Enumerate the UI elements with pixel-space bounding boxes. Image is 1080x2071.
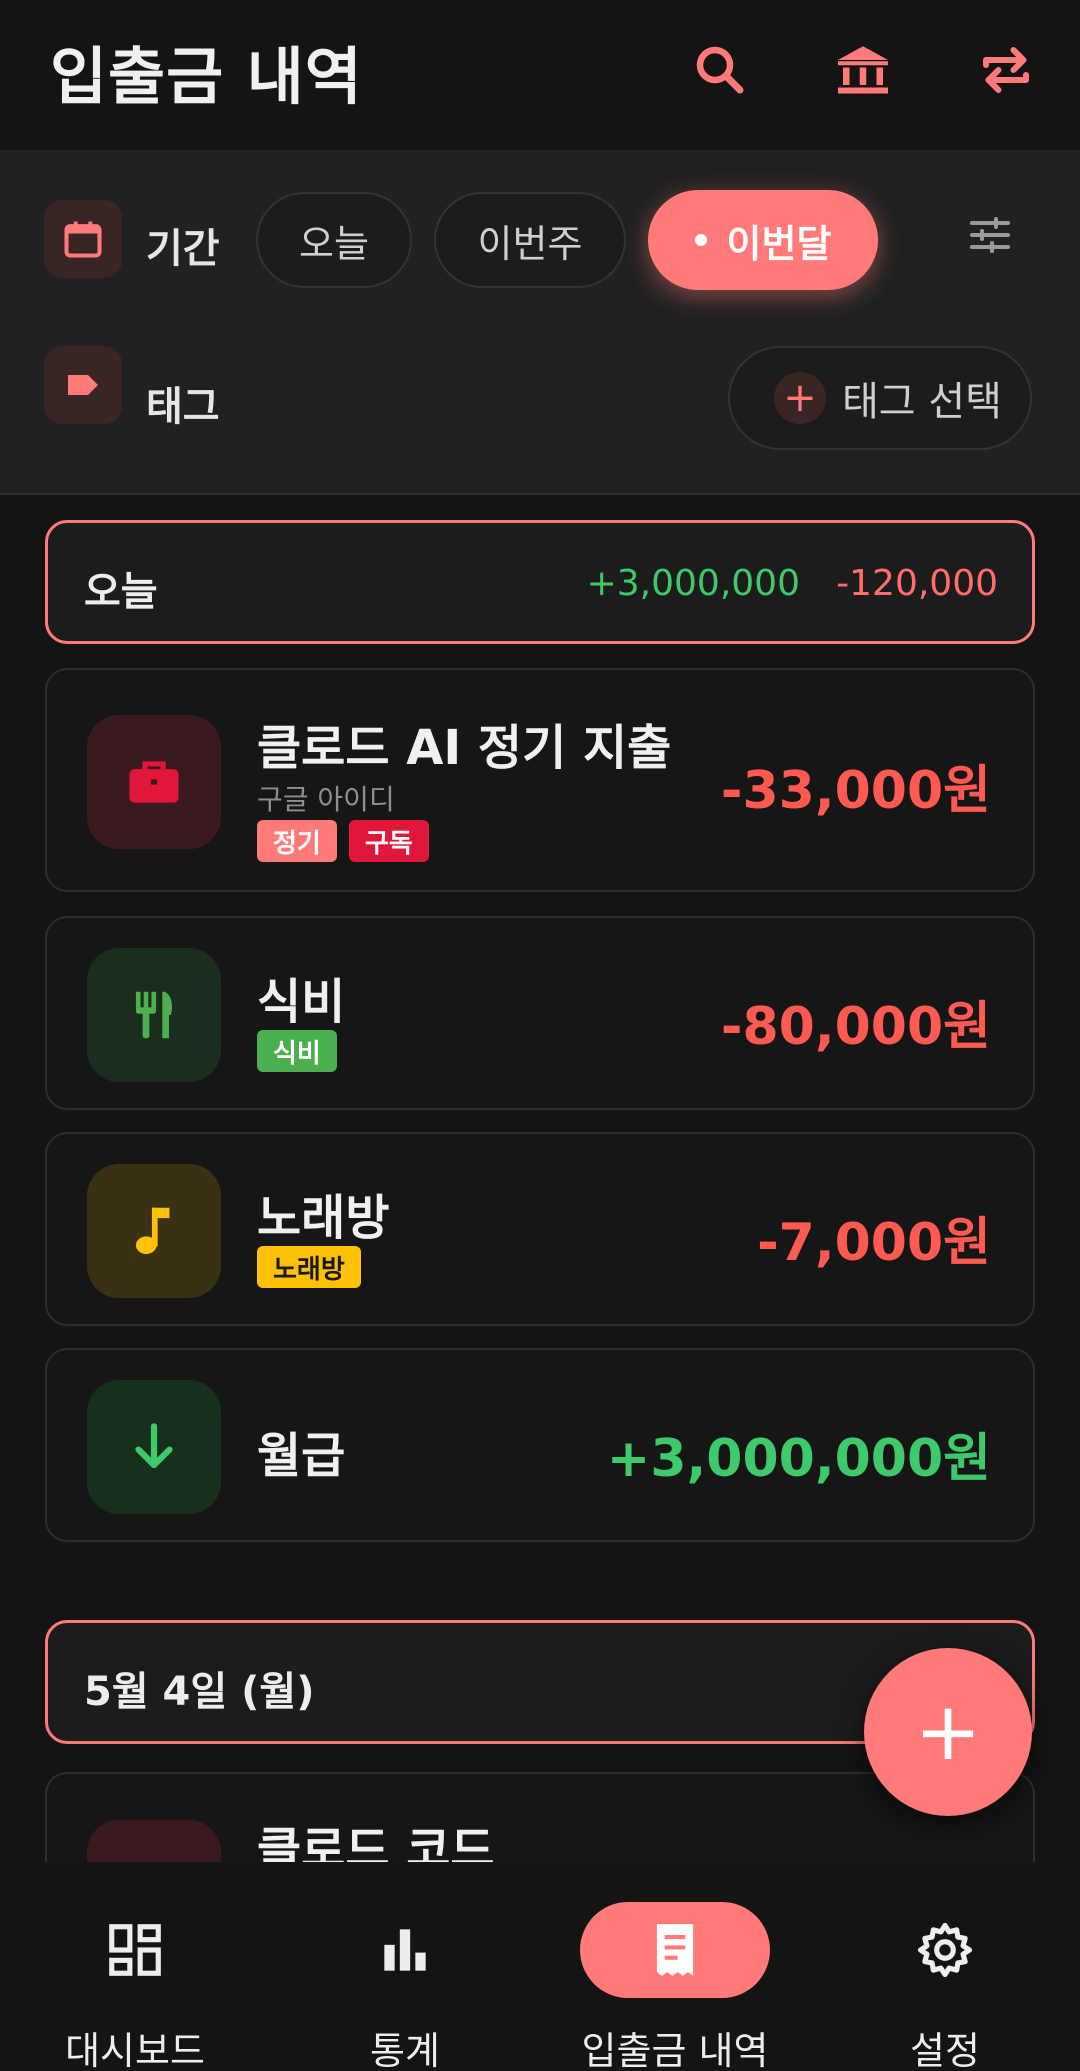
swap-button[interactable] [966,30,1046,110]
nav-transactions-label: 입출금 내역 [581,2029,769,2071]
nav-settings-label: 설정 [910,2029,980,2071]
music-note-icon [87,1164,221,1298]
fork-knife-icon [87,948,221,1082]
gear-icon [917,1922,973,1978]
tag-badge: 노래방 [257,1246,361,1288]
nav-dashboard-label: 대시보드 [65,2029,205,2071]
date-header-today: 오늘 +3,000,000 -120,000 [45,520,1035,644]
nav-dashboard[interactable]: 대시보드 [0,1862,270,2071]
chip-today-label: 오늘 [299,221,369,266]
transaction-card[interactable]: 월급 +3,000,000원 [45,1348,1035,1542]
bottom-navigation: 대시보드 통계 입출금 내역 설정 [0,1862,1080,2071]
search-icon [696,46,744,94]
tag-select-label: 태그 선택 [842,379,1002,425]
tag-select-button[interactable]: + 태그 선택 [728,346,1032,450]
briefcase-icon [87,715,221,849]
transaction-amount: -33,000원 [720,761,991,821]
nav-transactions[interactable]: 입출금 내역 [540,1862,810,2071]
transaction-name: 월급 [257,1428,346,1484]
plus-icon: + [914,1685,982,1778]
period-label: 기간 [146,226,220,272]
chip-this-month[interactable]: 이번달 [648,190,878,290]
transaction-amount: -7,000원 [757,1213,991,1273]
filter-panel: 기간 오늘 이번주 이번달 태그 + 태그 선택 [0,150,1080,495]
daily-expense: -120,000 [836,563,998,604]
transaction-name: 클로드 AI 정기 지출 [257,720,672,776]
transaction-name: 노래방 [257,1190,390,1246]
date-label: 오늘 [84,569,158,615]
bank-button[interactable] [823,30,903,110]
tag-icon [44,346,122,424]
chip-this-week[interactable]: 이번주 [434,192,626,288]
transaction-card[interactable]: 클로드 AI 정기 지출 구글 아이디 정기 구독 -33,000원 [45,668,1035,892]
transaction-card[interactable]: 노래방 노래방 -7,000원 [45,1132,1035,1326]
arrow-down-icon [87,1380,221,1514]
search-button[interactable] [680,30,760,110]
transaction-amount: +3,000,000원 [606,1429,991,1489]
nav-statistics[interactable]: 통계 [270,1862,540,2071]
calendar-icon [44,200,122,278]
dashboard-icon [109,1924,161,1976]
chip-this-week-label: 이번주 [477,221,583,266]
transaction-amount: -80,000원 [720,997,991,1057]
swap-icon [983,47,1029,93]
tag-label: 태그 [146,384,220,430]
app-bar: 입출금 내역 [0,0,1080,150]
bar-chart-icon [384,1929,426,1971]
transaction-card[interactable]: 식비 식비 -80,000원 [45,916,1035,1110]
filter-options-button[interactable] [955,200,1025,270]
nav-statistics-label: 통계 [370,2029,440,2071]
chip-today[interactable]: 오늘 [256,192,412,288]
transaction-account: 구글 아이디 [257,783,395,816]
tag-badge: 구독 [348,820,429,862]
page-title: 입출금 내역 [50,40,363,113]
add-transaction-button[interactable]: + [864,1648,1032,1816]
chip-this-month-label: 이번달 [726,221,832,266]
tag-badge: 식비 [257,1030,337,1072]
tune-icon [970,217,1010,253]
selected-dot [694,234,707,246]
daily-income: +3,000,000 [586,563,800,604]
receipt-icon [656,1924,694,1976]
transaction-name: 식비 [257,974,346,1030]
tag-badge: 정기 [257,820,337,862]
bank-icon [838,46,888,94]
date-label: 5월 4일 (월) [84,1669,315,1715]
plus-icon: + [774,372,826,424]
nav-settings[interactable]: 설정 [810,1862,1080,2071]
